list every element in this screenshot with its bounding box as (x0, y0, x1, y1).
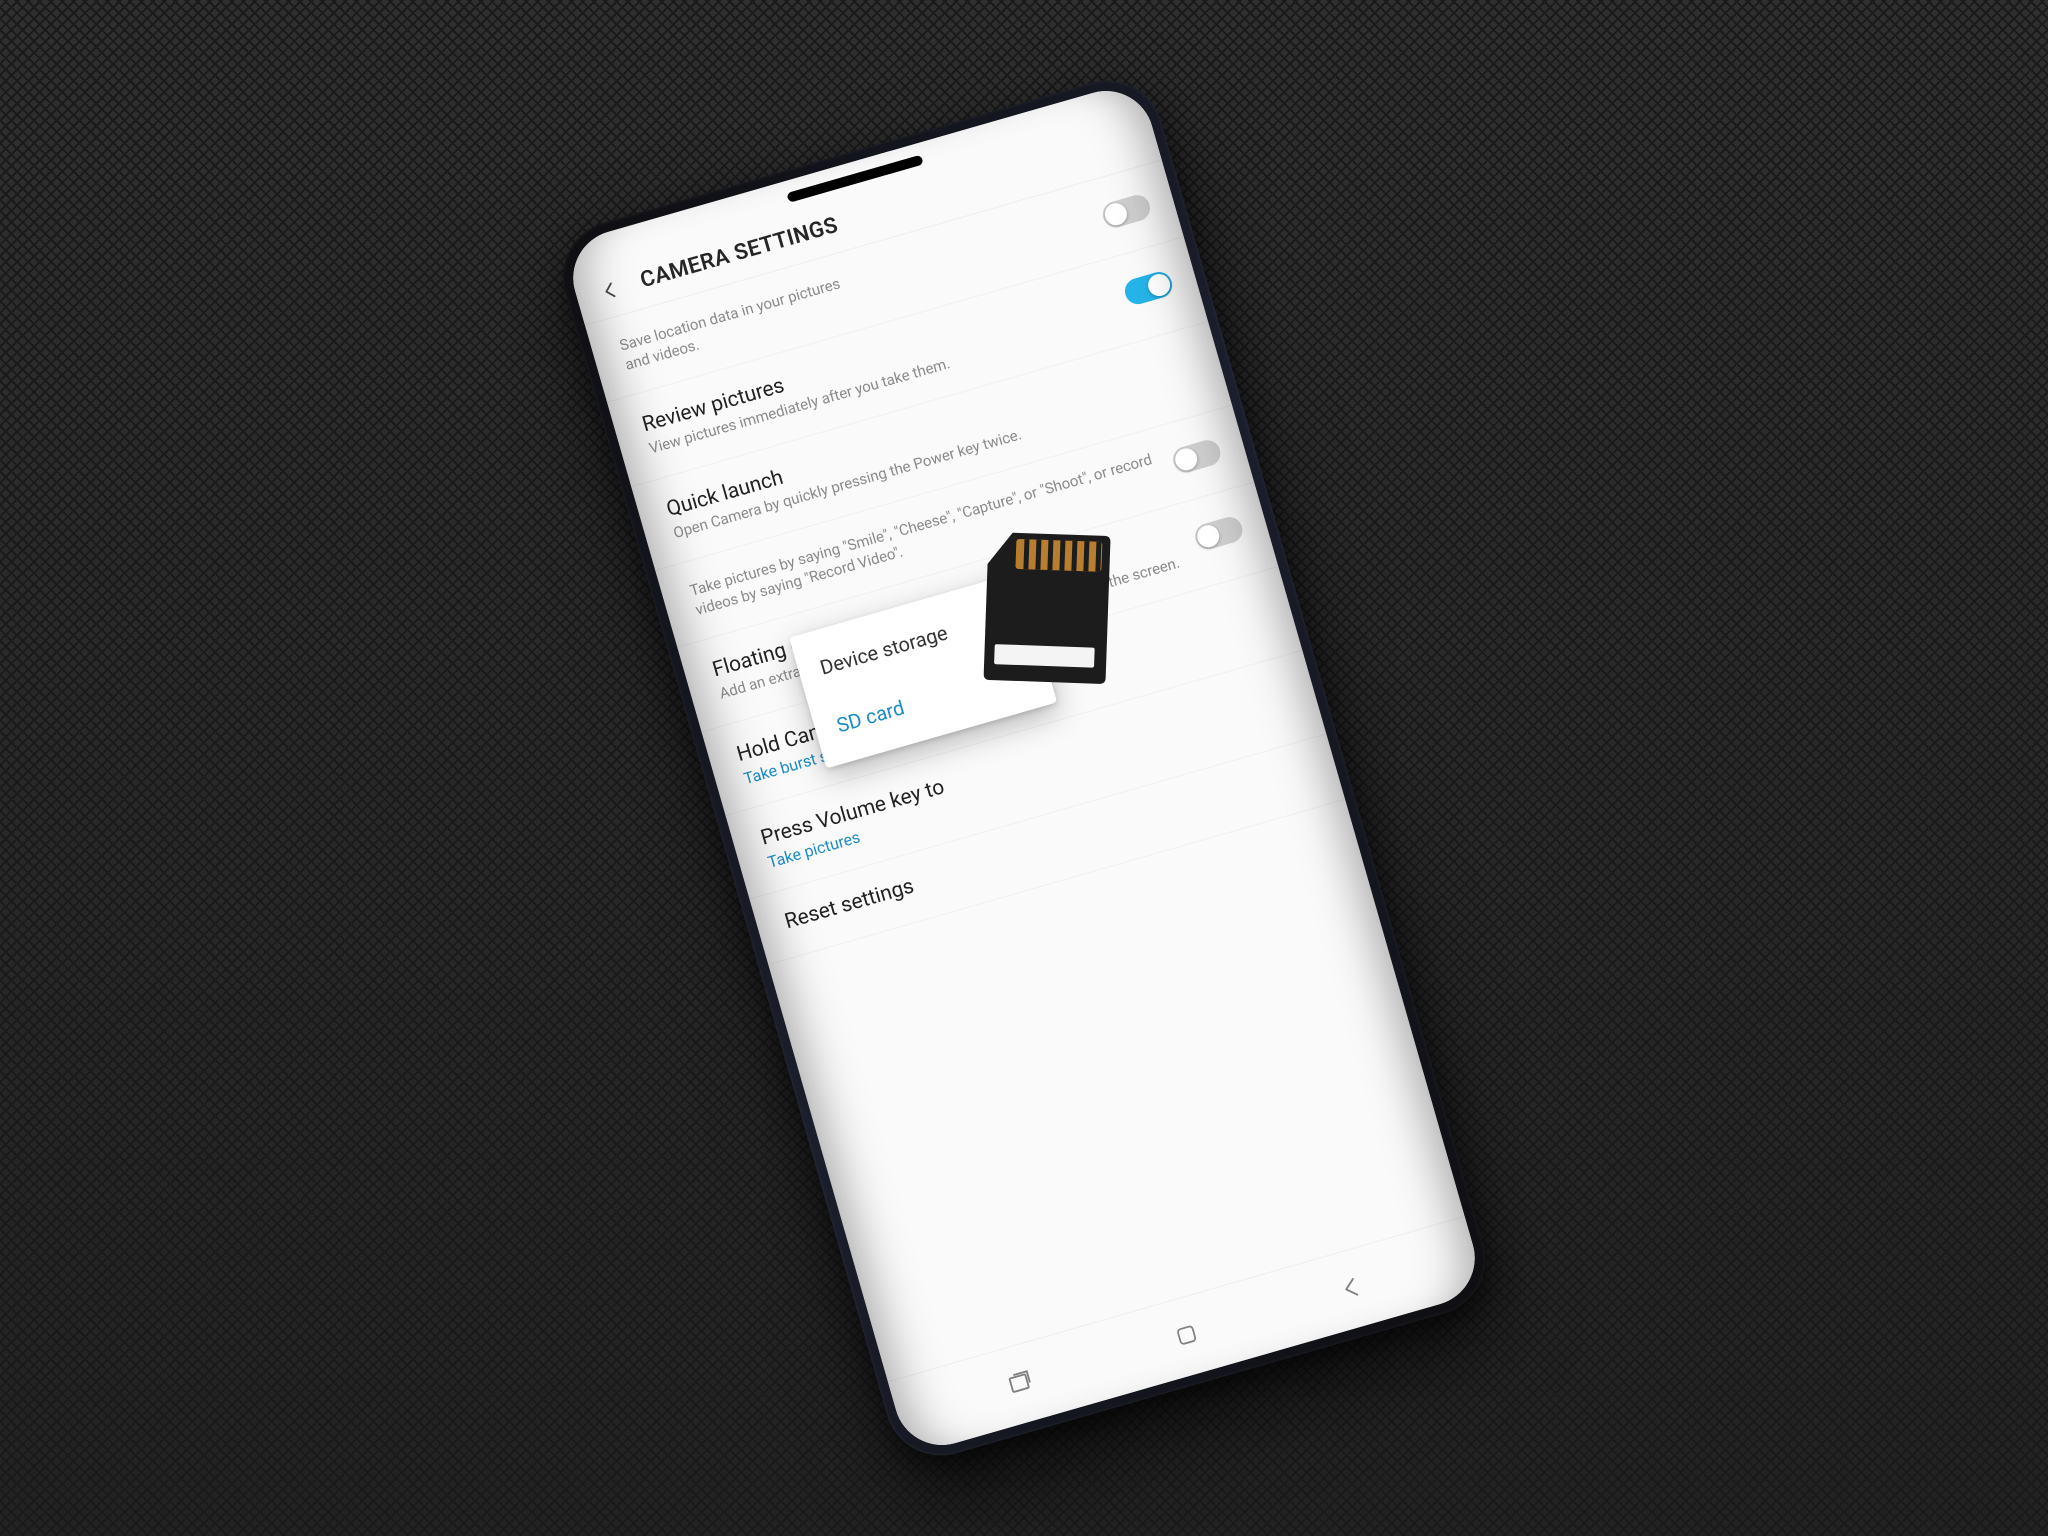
phone-frame: CAMERA SETTINGS Save location data in yo… (550, 67, 1499, 1468)
nav-back-icon[interactable] (1335, 1270, 1371, 1308)
back-icon[interactable] (598, 278, 623, 303)
sd-card-icon (977, 524, 1113, 688)
nav-home-icon[interactable] (1170, 1319, 1203, 1355)
nav-recents-icon[interactable] (1003, 1365, 1039, 1403)
android-navbar (888, 1216, 1486, 1456)
phone-screen: CAMERA SETTINGS Save location data in yo… (562, 80, 1486, 1457)
toggle-review[interactable] (1122, 269, 1175, 307)
toggle-voice[interactable] (1170, 437, 1223, 475)
toggle-floating[interactable] (1192, 514, 1245, 552)
toggle-location[interactable] (1100, 192, 1153, 230)
